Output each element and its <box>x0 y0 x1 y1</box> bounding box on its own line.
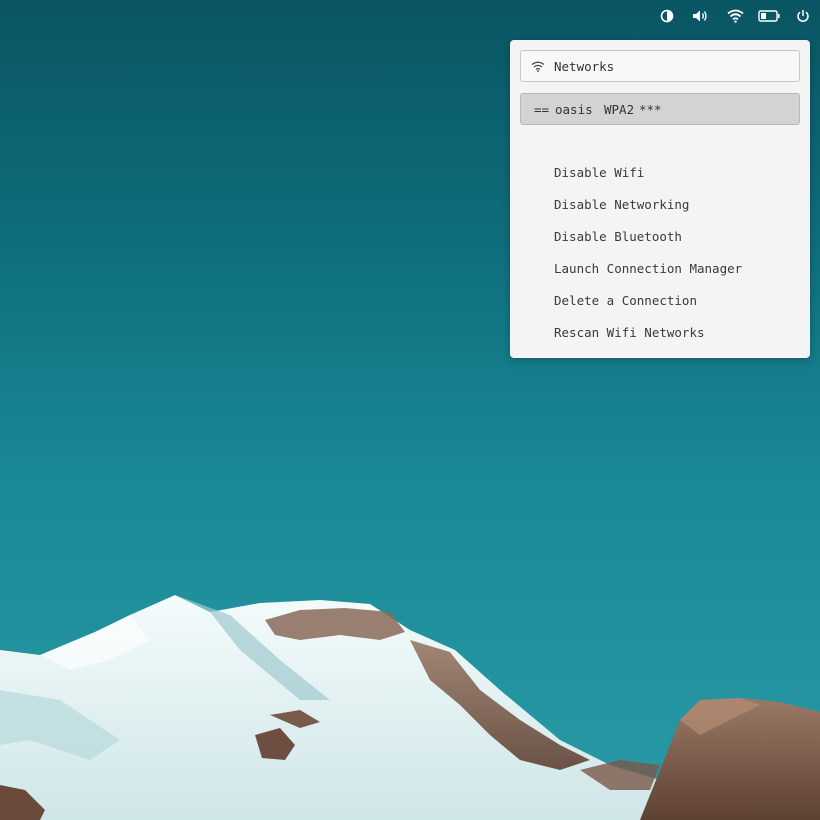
wifi-icon <box>531 61 545 72</box>
launch-connection-manager-item[interactable]: Launch Connection Manager <box>554 253 742 285</box>
networks-search-field[interactable]: Networks <box>520 50 800 82</box>
battery-icon[interactable] <box>752 0 786 32</box>
network-security: WPA2 <box>604 101 635 117</box>
network-ssid: oasis <box>555 101 593 117</box>
volume-icon[interactable] <box>684 0 718 32</box>
network-menu: Networks == oasis WPA2 *** Disable Wifi … <box>510 40 810 358</box>
wifi-icon[interactable] <box>718 0 752 32</box>
network-signal: *** <box>639 101 662 117</box>
menu-actions: Disable Wifi Disable Networking Disable … <box>554 157 742 349</box>
active-network-marker: == <box>534 101 550 117</box>
contrast-icon[interactable] <box>650 0 684 32</box>
power-icon[interactable] <box>786 0 820 32</box>
delete-connection-item[interactable]: Delete a Connection <box>554 285 742 317</box>
network-item-oasis[interactable]: == oasis WPA2 *** <box>520 93 800 125</box>
disable-networking-item[interactable]: Disable Networking <box>554 189 742 221</box>
disable-bluetooth-item[interactable]: Disable Bluetooth <box>554 221 742 253</box>
rescan-wifi-networks-item[interactable]: Rescan Wifi Networks <box>554 317 742 349</box>
networks-search-label: Networks <box>554 58 615 74</box>
disable-wifi-item[interactable]: Disable Wifi <box>554 157 742 189</box>
system-tray <box>650 0 820 32</box>
